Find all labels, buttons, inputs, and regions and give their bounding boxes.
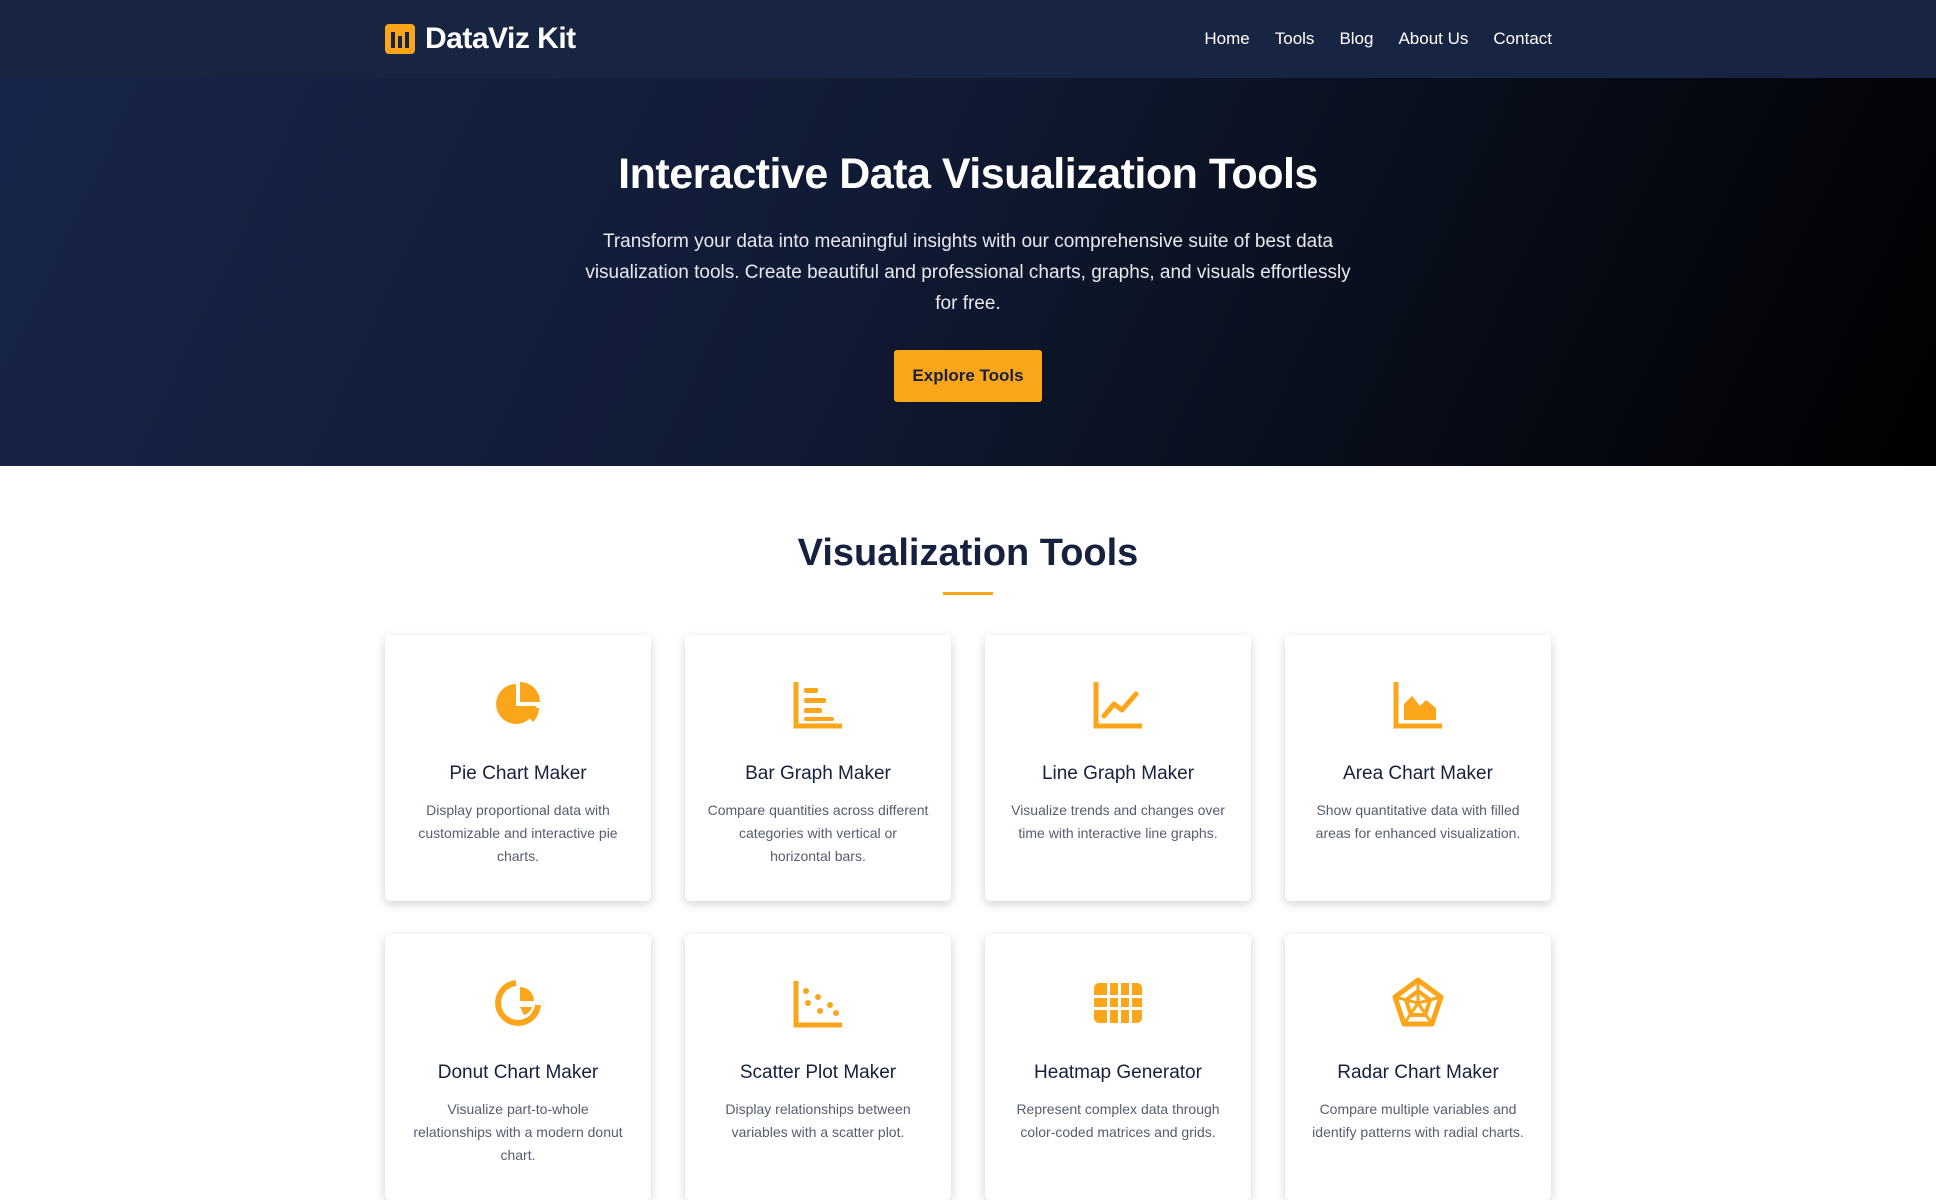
card-title: Radar Chart Maker (1337, 1062, 1499, 1083)
card-description: Display relationships between variables … (725, 1101, 911, 1140)
bar-chart-logo-icon (385, 24, 415, 54)
card-description: Display proportional data with customiza… (418, 802, 618, 864)
card-title: Bar Graph Maker (745, 763, 891, 784)
card-description: Visualize trends and changes over time w… (1011, 802, 1225, 841)
nav-link-about-us[interactable]: About Us (1398, 29, 1468, 49)
brand-logo[interactable]: DataViz Kit (385, 22, 576, 56)
tool-card-pie-chart[interactable]: Pie Chart Maker Display proportional dat… (385, 635, 651, 901)
card-title: Line Graph Maker (1041, 763, 1195, 784)
card-description: Show quantitative data with filled areas… (1315, 802, 1521, 841)
top-navbar: DataViz Kit Home Tools Blog About Us Con… (0, 0, 1936, 78)
brand-name: DataViz Kit (425, 22, 576, 55)
section-title-underline (943, 592, 993, 595)
hero-subtitle: Transform your data into meaningful insi… (585, 231, 1351, 314)
tool-card-heatmap[interactable]: Heatmap Generator Represent complex data… (985, 934, 1251, 1200)
card-description: Visualize part-to-whole relationships wi… (413, 1101, 623, 1163)
tool-card-line-graph[interactable]: Line Graph Maker Visualize trends and ch… (985, 635, 1251, 901)
scatter-plot-icon (793, 981, 842, 1028)
card-title: Pie Chart Maker (449, 763, 587, 784)
tool-card-bar-graph[interactable]: Bar Graph Maker Compare quantities acros… (685, 635, 951, 901)
bar-chart-icon (793, 682, 842, 729)
card-title: Donut Chart Maker (437, 1062, 599, 1083)
hero-title: Interactive Data Visualization Tools (618, 150, 1318, 198)
heatmap-grid-icon (1094, 983, 1142, 1023)
donut-chart-icon (495, 980, 541, 1026)
nav-links: Home Tools Blog About Us Contact (1204, 29, 1552, 49)
radar-chart-icon (1392, 977, 1444, 1027)
nav-link-contact[interactable]: Contact (1493, 29, 1552, 49)
card-description: Compare multiple variables and identify … (1312, 1101, 1524, 1140)
area-chart-icon (1393, 682, 1442, 729)
tool-card-area-chart[interactable]: Area Chart Maker Show quantitative data … (1285, 635, 1551, 901)
nav-link-home[interactable]: Home (1204, 29, 1249, 49)
tool-card-scatter-plot[interactable]: Scatter Plot Maker Display relationships… (685, 934, 951, 1200)
card-title: Area Chart Maker (1343, 763, 1493, 784)
card-title: Heatmap Generator (1034, 1062, 1202, 1083)
nav-link-tools[interactable]: Tools (1275, 29, 1315, 49)
line-chart-icon (1093, 682, 1142, 729)
tools-section-title: Visualization Tools (797, 532, 1139, 574)
card-description: Compare quantities across different cate… (707, 802, 929, 864)
pie-chart-icon (496, 682, 540, 724)
navbar-inner: DataViz Kit Home Tools Blog About Us Con… (385, 0, 1552, 78)
tool-card-donut-chart[interactable]: Donut Chart Maker Visualize part-to-whol… (385, 934, 651, 1200)
tool-card-radar-chart[interactable]: Radar Chart Maker Compare multiple varia… (1285, 934, 1551, 1200)
explore-tools-button[interactable]: Explore Tools (894, 350, 1042, 402)
card-description: Represent complex data through color-cod… (1016, 1101, 1220, 1140)
hero-section: Interactive Data Visualization Tools Tra… (0, 78, 1936, 466)
nav-link-blog[interactable]: Blog (1339, 29, 1373, 49)
card-title: Scatter Plot Maker (739, 1062, 897, 1083)
